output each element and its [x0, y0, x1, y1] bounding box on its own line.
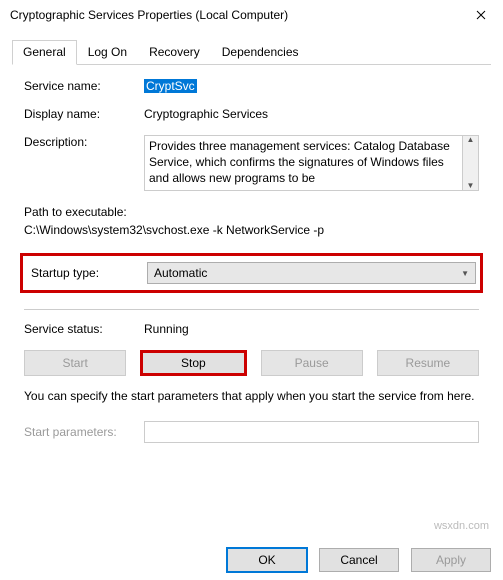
- window-title: Cryptographic Services Properties (Local…: [10, 8, 458, 22]
- pause-button: Pause: [261, 350, 363, 376]
- service-status-value: Running: [144, 322, 189, 336]
- start-button: Start: [24, 350, 126, 376]
- scroll-down-icon: ▼: [467, 182, 475, 190]
- display-name-value: Cryptographic Services: [144, 107, 479, 121]
- stop-button[interactable]: Stop: [140, 350, 246, 376]
- description-label: Description:: [24, 135, 144, 149]
- tab-log-on[interactable]: Log On: [77, 40, 138, 64]
- service-name-value: CryptSvc: [144, 79, 197, 93]
- divider: [24, 309, 479, 310]
- scroll-up-icon: ▲: [467, 136, 475, 144]
- close-button[interactable]: [458, 0, 503, 30]
- tab-dependencies[interactable]: Dependencies: [211, 40, 310, 64]
- tab-recovery[interactable]: Recovery: [138, 40, 211, 64]
- close-icon: [476, 10, 486, 20]
- cancel-button[interactable]: Cancel: [319, 548, 399, 572]
- ok-button[interactable]: OK: [227, 548, 307, 572]
- startup-type-select[interactable]: Automatic ▼: [147, 262, 476, 284]
- path-label: Path to executable:: [24, 205, 479, 219]
- description-scrollbar[interactable]: ▲ ▼: [462, 135, 479, 191]
- start-params-hint: You can specify the start parameters tha…: [24, 388, 479, 405]
- start-params-input: [144, 421, 479, 443]
- service-name-label: Service name:: [24, 79, 144, 93]
- apply-button: Apply: [411, 548, 491, 572]
- resume-button: Resume: [377, 350, 479, 376]
- chevron-down-icon: ▼: [461, 269, 469, 278]
- watermark: wsxdn.com: [434, 520, 489, 532]
- service-status-label: Service status:: [24, 322, 144, 336]
- startup-type-label: Startup type:: [27, 266, 147, 280]
- path-value: C:\Windows\system32\svchost.exe -k Netwo…: [24, 223, 479, 237]
- description-value: Provides three management services: Cata…: [144, 135, 462, 191]
- display-name-label: Display name:: [24, 107, 144, 121]
- tab-general[interactable]: General: [12, 40, 77, 65]
- startup-type-value: Automatic: [154, 266, 207, 280]
- start-params-label: Start parameters:: [24, 425, 144, 439]
